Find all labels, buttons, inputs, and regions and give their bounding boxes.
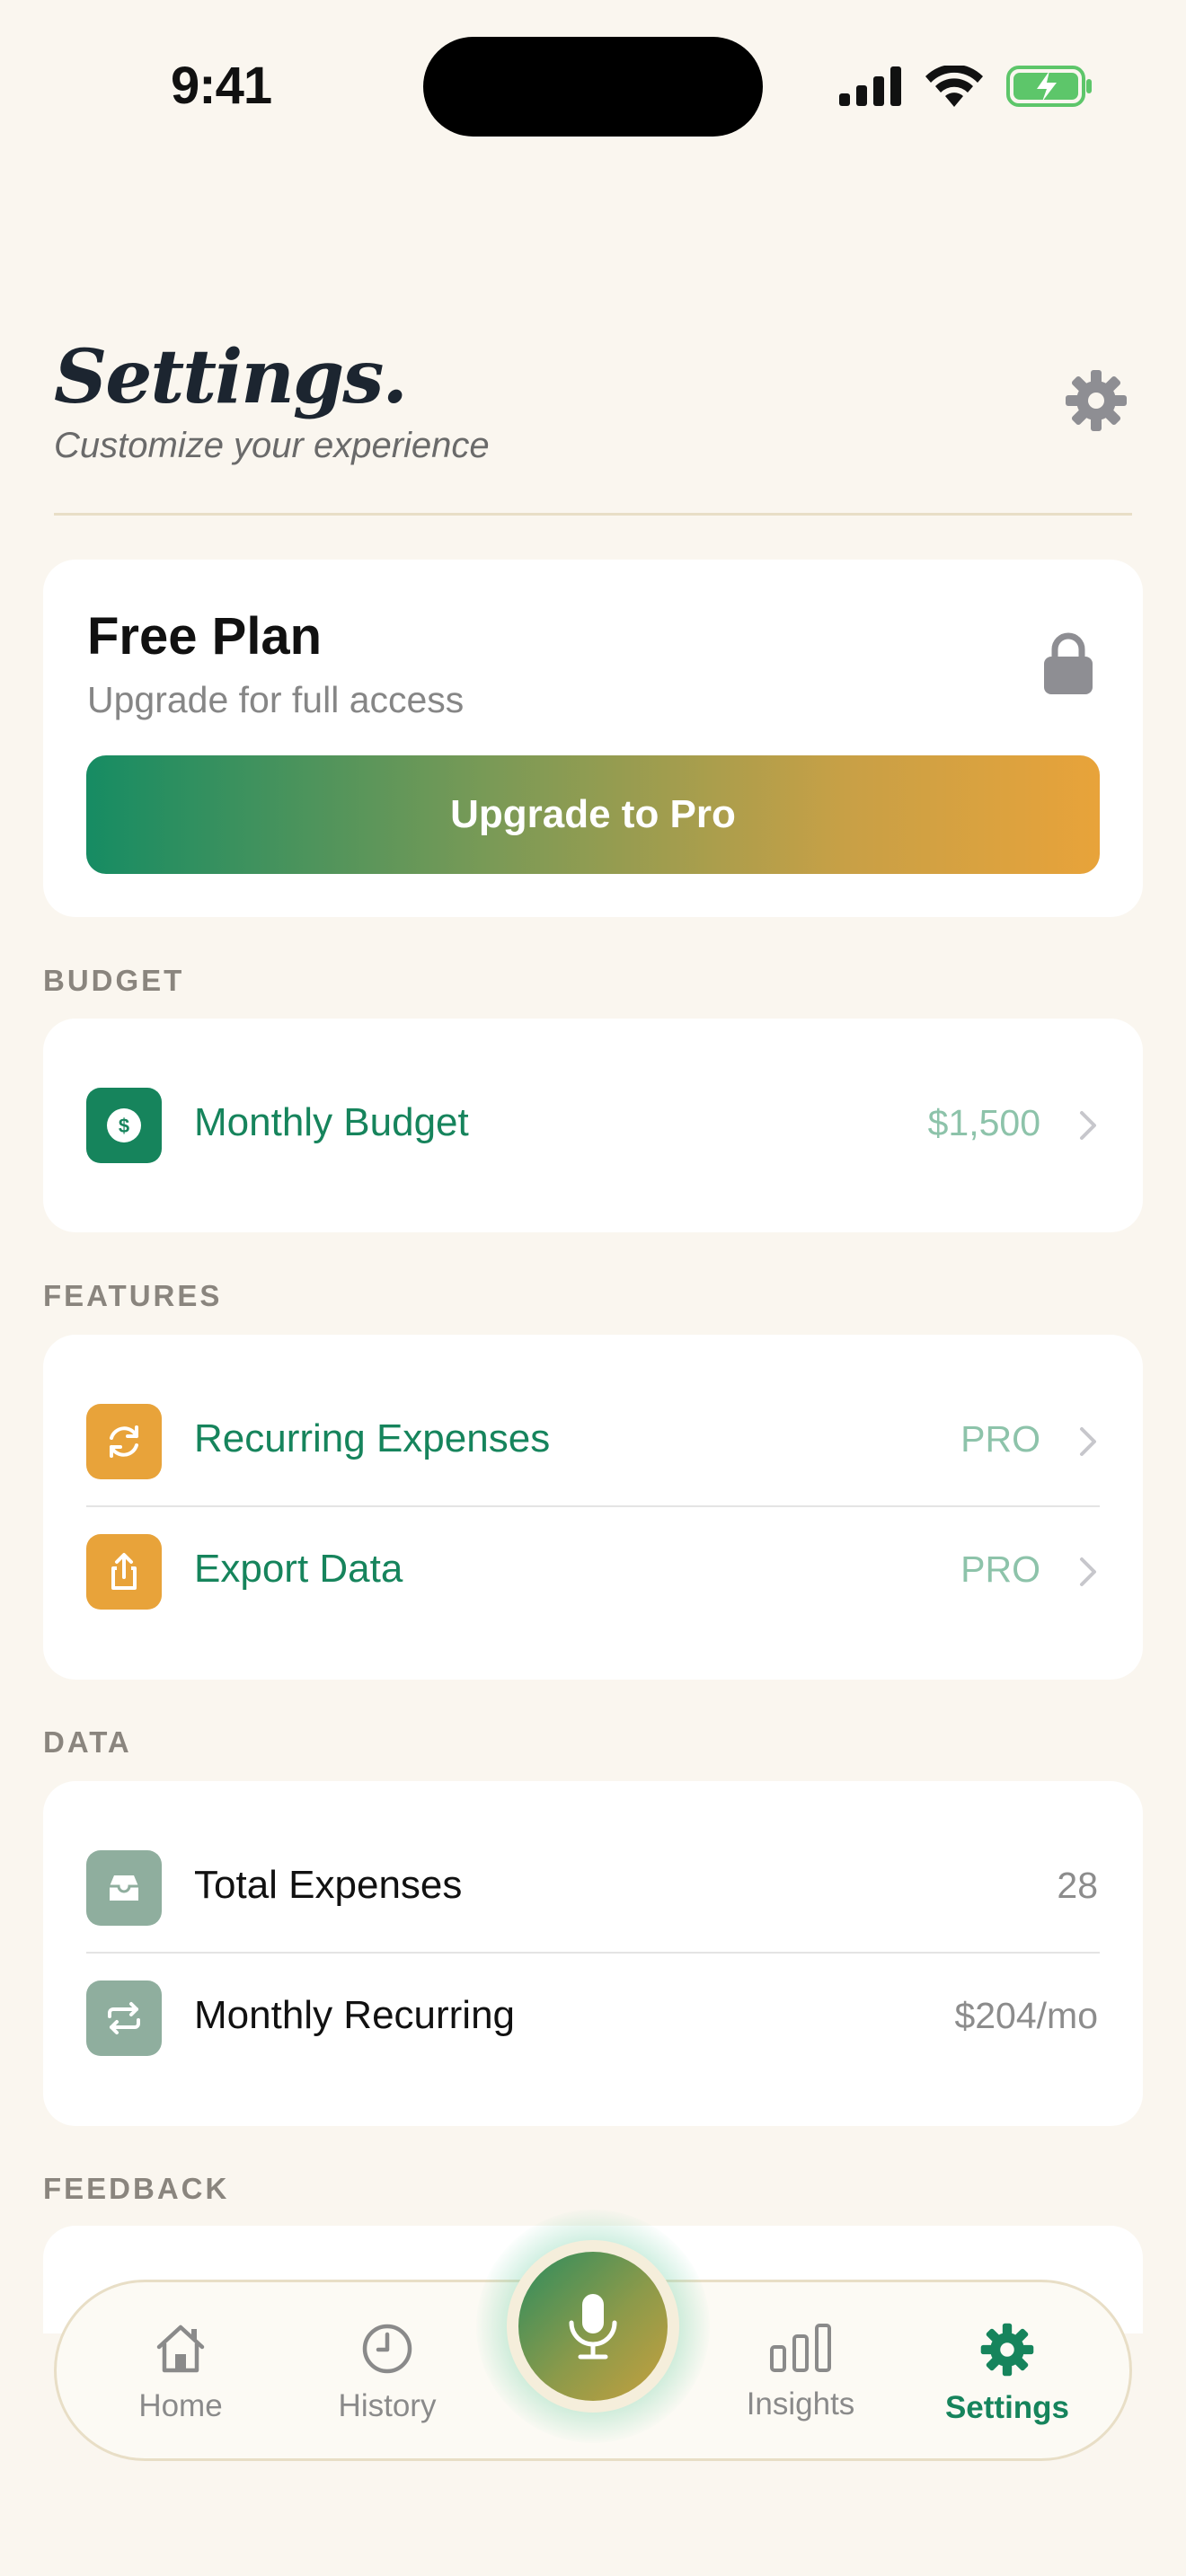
svg-text:$: $ — [119, 1115, 129, 1137]
monthly-recurring-row: Monthly Recurring $204/mo — [43, 1954, 1143, 2083]
tab-label: Home — [138, 2388, 223, 2423]
section-label-features: FEATURES — [43, 1279, 223, 1312]
dynamic-island — [423, 37, 763, 137]
tab-label: Insights — [746, 2386, 855, 2422]
monthly-budget-row[interactable]: $ Monthly Budget $1,500 — [43, 1061, 1143, 1190]
page-header: Settings. Customize your experience — [54, 332, 1132, 466]
plan-title: Free Plan — [87, 607, 323, 666]
total-expenses-row: Total Expenses 28 — [43, 1823, 1143, 1953]
pro-badge: PRO — [960, 1548, 1040, 1590]
row-value: $1,500 — [927, 1102, 1040, 1143]
features-card: Recurring Expenses PRO Export Data PRO — [43, 1335, 1143, 1680]
pro-badge: PRO — [960, 1418, 1040, 1460]
status-time: 9:41 — [171, 57, 272, 115]
lock-icon — [1044, 632, 1093, 694]
row-label: Export Data — [194, 1547, 403, 1591]
tab-history[interactable]: History — [297, 2322, 477, 2424]
chevron-right-icon — [1080, 1557, 1096, 1586]
row-label: Monthly Recurring — [194, 1993, 516, 2037]
row-value: $204/mo — [954, 1995, 1098, 2036]
voice-record-button[interactable] — [507, 2240, 679, 2413]
tab-label: History — [338, 2388, 437, 2423]
section-label-feedback: FEEDBACK — [43, 2172, 230, 2205]
gear-icon — [980, 2323, 1034, 2377]
microphone-icon — [569, 2294, 617, 2360]
row-value: 28 — [1057, 1865, 1098, 1906]
page-subtitle: Customize your experience — [54, 426, 490, 465]
section-label-data: DATA — [43, 1725, 132, 1759]
share-icon — [86, 1534, 162, 1610]
battery-charging-icon — [1006, 66, 1092, 107]
voice-record-button-inner — [518, 2252, 668, 2401]
tab-home[interactable]: Home — [91, 2322, 270, 2424]
tab-label: Settings — [944, 2390, 1070, 2425]
export-data-row[interactable]: Export Data PRO — [43, 1507, 1143, 1636]
row-label: Recurring Expenses — [194, 1416, 551, 1460]
header-divider — [54, 513, 1132, 516]
data-card: Total Expenses 28 Monthly Recurring $204… — [43, 1781, 1143, 2126]
upgrade-to-pro-button[interactable]: Upgrade to Pro — [86, 755, 1100, 874]
chevron-right-icon — [1080, 1111, 1096, 1140]
budget-card: $ Monthly Budget $1,500 — [43, 1019, 1143, 1232]
signal-icon — [839, 66, 901, 106]
tab-insights[interactable]: Insights — [711, 2322, 890, 2422]
tray-icon — [86, 1850, 162, 1926]
plan-subtitle: Upgrade for full access — [87, 679, 465, 720]
row-label: Monthly Budget — [194, 1100, 469, 1144]
row-label: Total Expenses — [194, 1863, 463, 1907]
repeat-icon — [86, 1981, 162, 2056]
recurring-expenses-row[interactable]: Recurring Expenses PRO — [43, 1377, 1143, 1506]
wifi-icon — [925, 66, 983, 107]
chevron-right-icon — [1080, 1427, 1096, 1456]
home-icon — [156, 2325, 205, 2373]
page-title: Settings. — [54, 334, 408, 420]
clock-icon — [362, 2324, 412, 2374]
recurring-icon — [86, 1404, 162, 1479]
section-label-budget: BUDGET — [43, 964, 185, 997]
status-bar: 9:41 — [0, 0, 1186, 171]
gear-icon[interactable] — [1064, 368, 1128, 433]
dollar-icon: $ — [86, 1088, 162, 1163]
tab-settings[interactable]: Settings — [917, 2322, 1097, 2426]
plan-card: Free Plan Upgrade for full access Upgrad… — [43, 560, 1143, 917]
bar-chart-icon — [770, 2324, 831, 2372]
status-icons — [839, 61, 1093, 111]
